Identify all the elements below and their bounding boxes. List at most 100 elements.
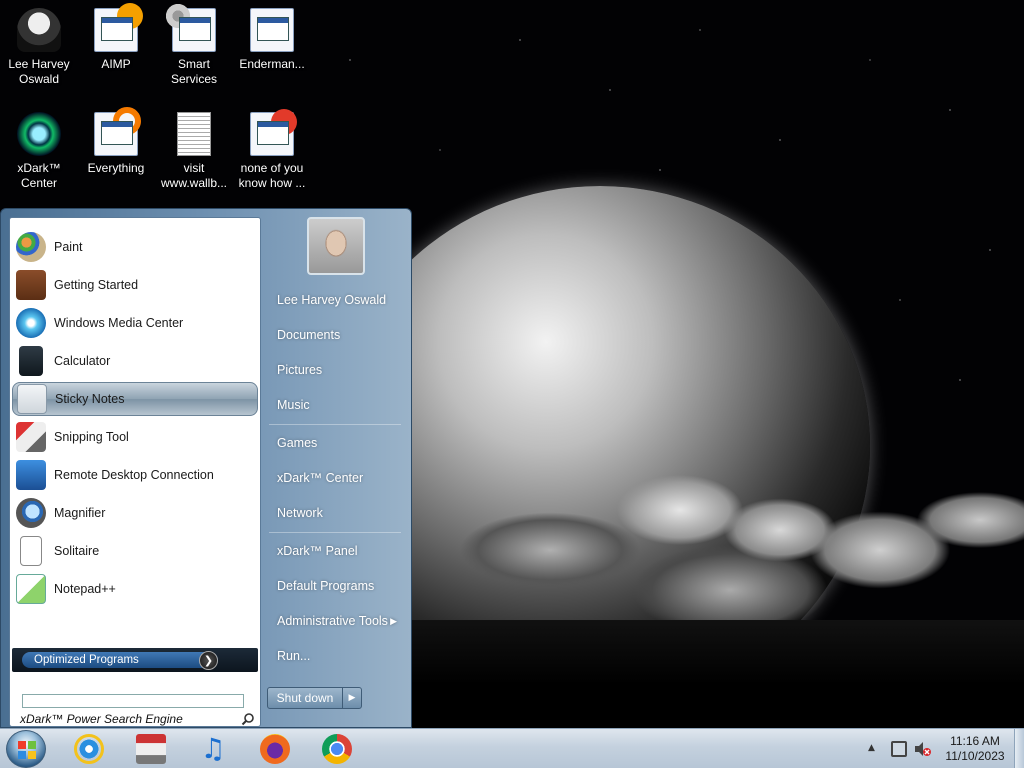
start-right-administrative-tools[interactable]: Administrative Tools ▶ <box>269 606 405 636</box>
start-right-pictures[interactable]: Pictures <box>269 355 405 385</box>
start-right-user[interactable]: Lee Harvey Oswald <box>269 285 405 315</box>
windows-logo-icon <box>18 741 36 759</box>
music-note-icon: ♫ <box>200 732 226 765</box>
program-remote-desktop[interactable]: Remote Desktop Connection <box>12 458 258 492</box>
start-right-xdark-panel[interactable]: xDark™ Panel <box>269 536 405 566</box>
desktop-icon-label: Smart Services <box>170 57 217 86</box>
program-calculator[interactable]: Calculator <box>12 344 258 378</box>
desktop-icon-label: AIMP <box>101 57 131 71</box>
program-sticky-notes[interactable]: Sticky Notes <box>12 382 258 416</box>
chrome-icon <box>322 734 352 764</box>
program-label: Windows Media Center <box>54 316 184 330</box>
start-right-separator <box>269 424 401 425</box>
program-label: Paint <box>54 240 83 254</box>
start-right-label: Run... <box>277 649 311 663</box>
program-label: Sticky Notes <box>55 392 125 406</box>
program-windows-media-center[interactable]: Windows Media Center <box>12 306 258 340</box>
shutdown-button[interactable]: Shut down <box>267 687 343 709</box>
start-right-separator <box>269 532 401 533</box>
start-right-games[interactable]: Games <box>269 428 405 458</box>
program-getting-started[interactable]: Getting Started <box>12 268 258 302</box>
desktop-icon-enderman[interactable]: Enderman... <box>234 8 310 72</box>
start-right-music[interactable]: Music <box>269 390 405 420</box>
user-avatar[interactable] <box>307 217 365 275</box>
tray-expand-icon[interactable]: ▲ <box>868 743 875 753</box>
search-input[interactable] <box>22 694 244 708</box>
media-center-icon <box>16 308 46 338</box>
user-folder-icon <box>17 8 61 52</box>
start-right-xdark-center[interactable]: xDark™ Center <box>269 463 405 493</box>
clouds-wallpaper <box>400 430 1024 630</box>
start-right-documents[interactable]: Documents <box>269 320 405 350</box>
clock[interactable]: 11:16 AM 11/10/2023 <box>940 734 1010 764</box>
taskbar-media-app[interactable] <box>134 733 168 765</box>
media-app-icon <box>136 734 166 764</box>
desktop-icon-label: Everything <box>87 161 145 175</box>
program-label: Getting Started <box>54 278 139 292</box>
taskbar-internet-explorer[interactable] <box>72 733 106 765</box>
start-right-label: Games <box>277 436 318 450</box>
desktop-icon-label: none of you know how ... <box>238 161 306 190</box>
program-solitaire[interactable]: Solitaire <box>12 534 258 568</box>
search-icon[interactable] <box>241 712 255 726</box>
start-right-label: Pictures <box>277 363 323 377</box>
start-right-label: Network <box>277 506 323 520</box>
desktop-icon-everything[interactable]: Everything <box>78 107 154 176</box>
volume-muted-icon[interactable] <box>914 741 932 757</box>
smart-services-icon <box>165 3 216 52</box>
desktop-icon-label: xDark™ Center <box>17 161 61 190</box>
everything-icon <box>94 107 141 156</box>
shutdown-options-chevron-icon[interactable]: ▶ <box>342 687 362 709</box>
notepadpp-icon <box>16 574 46 604</box>
program-notepadpp[interactable]: Notepad++ <box>12 572 258 606</box>
desktop-icon-label: Enderman... <box>239 57 305 71</box>
start-right-network[interactable]: Network <box>269 498 405 528</box>
program-label: Solitaire <box>54 544 100 558</box>
start-right-default-programs[interactable]: Default Programs <box>269 571 405 601</box>
firefox-icon <box>260 734 290 764</box>
taskbar: ♫ ▲ 11:16 AM 11/10/2023 <box>0 728 1024 768</box>
chevron-right-icon[interactable]: ❯ <box>199 651 218 670</box>
taskbar-firefox[interactable] <box>258 733 292 765</box>
start-right-label: Lee Harvey Oswald <box>277 293 387 307</box>
program-magnifier[interactable]: Magnifier <box>12 496 258 530</box>
program-label: Magnifier <box>54 506 106 520</box>
desktop-icon-xdark-center[interactable]: xDark™ Center <box>1 112 77 191</box>
calculator-icon <box>19 346 43 376</box>
desktop-icon-user-folder[interactable]: Lee Harvey Oswald <box>1 8 77 87</box>
start-right-label: Default Programs <box>277 579 375 593</box>
program-label: Calculator <box>54 354 111 368</box>
search-label: xDark™ Power Search Engine <box>20 712 183 726</box>
text-document-icon <box>177 112 211 156</box>
program-label: Remote Desktop Connection <box>54 468 214 482</box>
taskbar-chrome[interactable] <box>320 733 354 765</box>
start-right-label: xDark™ Center <box>277 471 364 485</box>
taskbar-music[interactable]: ♫ <box>196 733 230 765</box>
desktop-icon-text-document[interactable]: visit www.wallb... <box>156 112 232 191</box>
desktop-icon-red-app[interactable]: none of you know how ... <box>234 109 310 191</box>
internet-explorer-icon <box>74 734 104 764</box>
start-right-run[interactable]: Run... <box>269 641 405 671</box>
show-desktop-button[interactable] <box>1014 729 1024 768</box>
desktop-icon-aimp[interactable]: AIMP <box>78 3 154 72</box>
chevron-right-icon: ▶ <box>390 615 397 626</box>
getting-started-icon <box>16 270 46 300</box>
program-snipping-tool[interactable]: Snipping Tool <box>12 420 258 454</box>
start-right-label: Administrative Tools <box>277 614 388 628</box>
programs-pane: Paint Getting Started Windows Media Cent… <box>9 217 261 727</box>
red-app-icon <box>250 109 297 156</box>
clock-date: 11/10/2023 <box>945 749 1005 763</box>
program-label: Snipping Tool <box>54 430 129 444</box>
optimized-programs-bar[interactable]: Optimized Programs ❯ <box>12 648 258 672</box>
desktop-icon-smart-services[interactable]: Smart Services <box>156 3 232 87</box>
network-icon[interactable] <box>891 741 907 757</box>
program-paint[interactable]: Paint <box>12 230 258 264</box>
snipping-tool-icon <box>16 422 46 452</box>
aimp-icon <box>94 3 143 52</box>
paint-icon <box>16 232 46 262</box>
desktop-icon-label: Lee Harvey Oswald <box>8 57 70 86</box>
start-button[interactable] <box>6 730 46 768</box>
start-menu: Paint Getting Started Windows Media Cent… <box>0 208 412 728</box>
optimized-programs-label: Optimized Programs <box>34 654 139 666</box>
start-right-label: xDark™ Panel <box>277 544 358 558</box>
